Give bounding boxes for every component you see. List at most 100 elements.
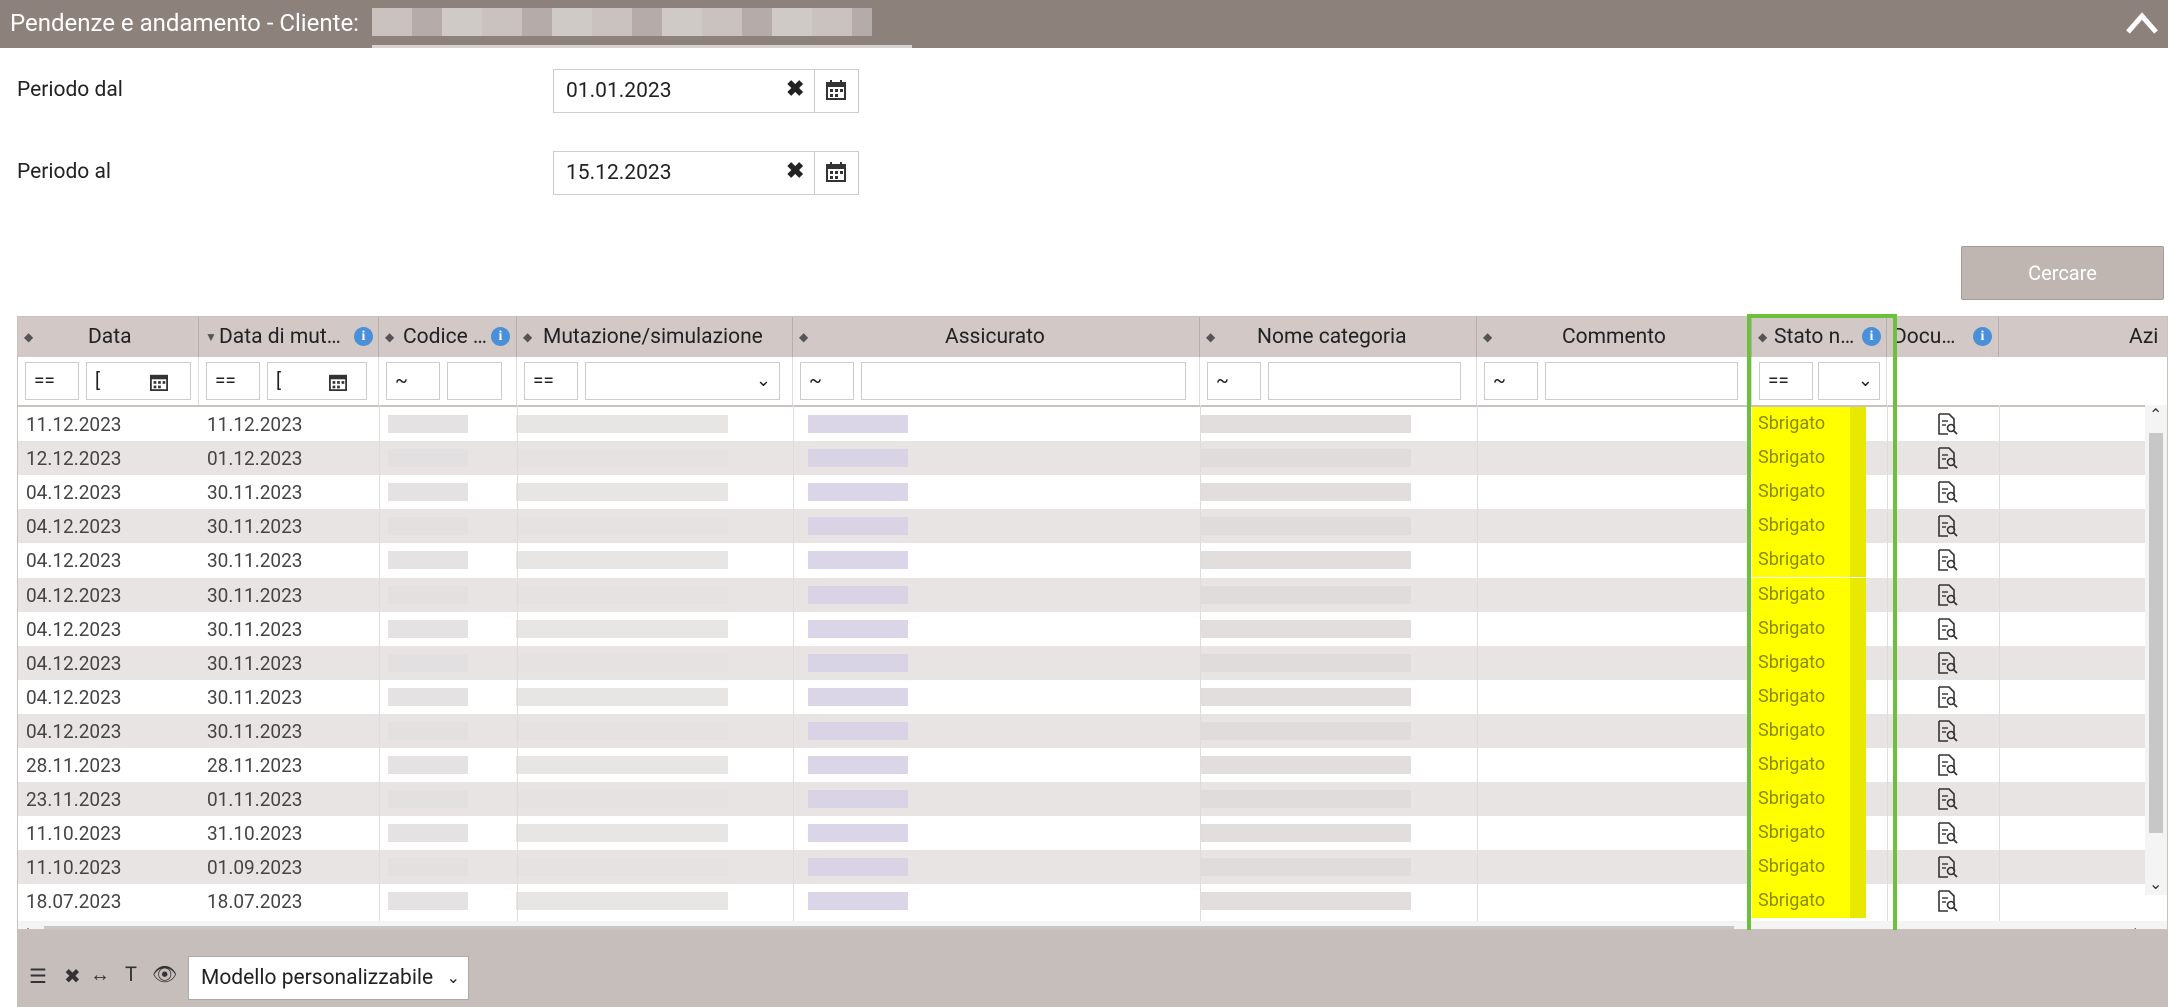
template-select[interactable]: Modello personalizzabile ⌄ [188,956,469,1000]
filter-date-input[interactable]: [ [267,362,367,400]
filter-select[interactable]: ⌄ [585,362,780,400]
cell-data: 04.12.2023 [26,583,122,607]
table-row[interactable]: 11.12.2023 11.12.2023 Sbrigato [18,407,2167,441]
close-icon[interactable]: ✖ [64,964,81,988]
cell-stato: Sbrigato [1758,515,1826,537]
document-preview-icon[interactable] [1936,788,1958,810]
col-header-stato[interactable]: ◆ Stato n… i [1752,317,1887,357]
col-header-nome-categoria[interactable]: ◆ Nome categoria [1200,317,1477,357]
col-header-data[interactable]: ◆ Data [18,317,199,357]
filter-operator[interactable]: == [1759,362,1813,400]
clear-icon[interactable]: ✖ [786,159,804,184]
sort-icon[interactable]: ◆ [24,317,33,357]
document-preview-icon[interactable] [1936,481,1958,503]
calendar-icon[interactable] [150,373,168,391]
sort-icon[interactable]: ◆ [799,317,808,357]
document-preview-icon[interactable] [1936,651,1958,674]
eye-icon[interactable]: 👁 [152,962,177,986]
document-preview-icon[interactable] [1936,685,1958,708]
filter-operator[interactable]: == [524,362,578,400]
document-preview-icon[interactable] [1936,754,1958,776]
document-preview-icon[interactable] [1936,617,1958,640]
table-row[interactable]: 28.11.2023 28.11.2023 Sbrigato [18,748,2167,782]
list-icon[interactable]: ☰ [29,964,47,988]
table-row[interactable]: 04.12.2023 30.11.2023 Sbrigato [18,645,2167,680]
table-row[interactable]: 18.07.2023 18.07.2023 Sbrigato [18,884,2167,919]
filter-text-input[interactable] [1268,362,1461,400]
sort-icon[interactable]: ◆ [1206,317,1215,357]
document-preview-icon[interactable] [1936,856,1958,879]
scroll-left-icon[interactable]: ‹ [24,921,29,929]
table-row[interactable]: 04.12.2023 30.11.2023 Sbrigato [18,577,2167,612]
vertical-scrollbar[interactable]: ⌃ ⌄ [2145,405,2167,895]
period-to-value[interactable]: 15.12.2023 [566,161,672,185]
scroll-thumb[interactable] [2149,433,2163,833]
collapse-chevron-icon[interactable] [2122,4,2162,44]
col-header-azioni[interactable]: Azi [1999,317,2167,357]
filter-operator[interactable]: ~ [386,362,440,400]
calendar-icon[interactable] [826,162,846,182]
status-badge: Sbrigato [1752,850,1866,885]
info-icon[interactable]: i [1862,327,1881,346]
document-preview-icon[interactable] [1936,890,1958,913]
sort-icon[interactable]: ◆ [523,317,532,357]
table-row[interactable]: 11.10.2023 31.10.2023 Sbrigato [18,816,2167,851]
table-row[interactable]: 04.12.2023 30.11.2023 Sbrigato [18,713,2167,748]
document-preview-icon[interactable] [1936,447,1958,469]
filter-operator[interactable]: ~ [1484,362,1538,400]
document-preview-icon[interactable] [1936,720,1958,742]
filter-select[interactable]: ⌄ [1818,362,1880,400]
filter-operator[interactable]: == [25,362,79,400]
scroll-up-icon[interactable]: ⌃ [2149,405,2162,424]
table-row[interactable]: 04.12.2023 30.11.2023 Sbrigato [18,475,2167,510]
period-to-field[interactable]: 15.12.2023 ✖ [553,151,859,195]
document-preview-icon[interactable] [1936,515,1958,538]
redacted-cells [388,687,1088,706]
text-format-icon[interactable]: T [125,962,137,986]
search-button[interactable]: Cercare [1961,246,2164,300]
table-row[interactable]: 11.10.2023 01.09.2023 Sbrigato [18,850,2167,885]
table-row[interactable]: 04.12.2023 30.11.2023 Sbrigato [18,543,2167,578]
col-header-codice[interactable]: ◆ Codice … i [379,317,517,357]
filter-operator[interactable]: == [206,362,260,400]
calendar-icon[interactable] [826,80,846,100]
info-icon[interactable]: i [1973,327,1992,346]
resize-columns-icon[interactable]: ↔ [90,962,110,987]
filter-operator[interactable]: ~ [800,362,854,400]
filter-text-input[interactable] [447,362,502,400]
info-icon[interactable]: i [354,327,373,346]
period-from-value[interactable]: 01.01.2023 [566,79,672,103]
table-row[interactable]: 23.11.2023 01.11.2023 Sbrigato [18,782,2167,817]
sort-icon[interactable]: ◆ [385,317,394,357]
calendar-icon[interactable] [329,373,347,391]
document-preview-icon[interactable] [1936,549,1958,572]
sort-desc-icon[interactable]: ▼ [205,317,217,357]
clear-icon[interactable]: ✖ [786,77,804,102]
table-row[interactable]: 04.12.2023 30.11.2023 Sbrigato [18,679,2167,714]
horizontal-scrollbar[interactable]: ‹ › [18,921,2167,929]
col-header-data-mutazione[interactable]: ▼ Data di mut… i [199,317,379,357]
document-preview-icon[interactable] [1936,413,1958,435]
table-row[interactable]: 12.12.2023 01.12.2023 Sbrigato [18,441,2167,476]
filter-text-input[interactable] [1545,362,1738,400]
filter-date-input[interactable]: [ [86,362,191,400]
period-from-label: Periodo dal [17,78,123,102]
cell-data: 04.12.2023 [26,617,122,641]
table-row[interactable]: 04.12.2023 30.11.2023 Sbrigato [18,509,2167,544]
document-preview-icon[interactable] [1936,822,1958,844]
sort-icon[interactable]: ◆ [1758,317,1767,357]
cell-data-mutazione: 30.11.2023 [207,685,303,709]
table-row[interactable]: 04.12.2023 30.11.2023 Sbrigato [18,611,2167,646]
filter-text-input[interactable] [861,362,1186,400]
filter-operator[interactable]: ~ [1207,362,1261,400]
document-preview-icon[interactable] [1936,583,1958,606]
sort-icon[interactable]: ◆ [1483,317,1492,357]
col-header-mutazione[interactable]: ◆ Mutazione/simulazione [517,317,793,357]
col-header-assicurato[interactable]: ◆ Assicurato [793,317,1200,357]
col-header-commento[interactable]: ◆ Commento [1477,317,1752,357]
col-header-documento[interactable]: Docu… i [1887,317,1999,357]
scroll-down-icon[interactable]: ⌄ [2149,874,2162,893]
info-icon[interactable]: i [491,327,510,346]
scroll-right-icon[interactable]: › [2134,921,2139,929]
period-from-field[interactable]: 01.01.2023 ✖ [553,69,859,113]
